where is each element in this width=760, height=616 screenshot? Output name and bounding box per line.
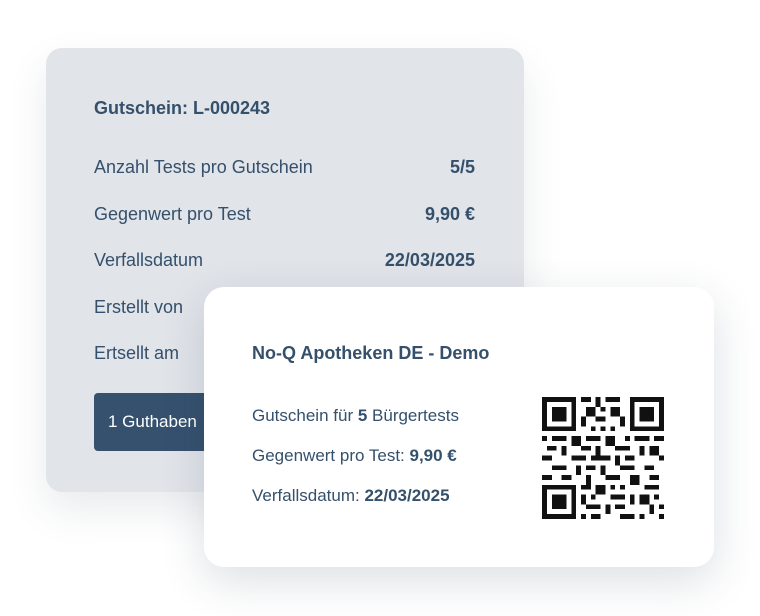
voucher-row-label: Ertsellt am <box>94 343 180 363</box>
coupon-line-suffix: Bürgertests <box>367 406 459 425</box>
voucher-row-value: 5/5 <box>449 157 475 177</box>
voucher-row-value: 9,90 € <box>424 204 475 224</box>
coupon-card: No-Q Apotheken DE - Demo Gutschein für 5… <box>204 287 714 567</box>
voucher-row-label: Erstellt von <box>94 297 184 317</box>
voucher-row-value-per-test: Gegenwert pro Test 9,90 € <box>94 204 475 225</box>
voucher-row-expiry: Verfallsdatum 22/03/2025 <box>94 250 475 271</box>
coupon-test-count-line: Gutschein für 5 Bürgertests <box>252 406 459 426</box>
voucher-row-label: Anzahl Tests pro Gutschein <box>94 157 313 177</box>
voucher-row-tests: Anzahl Tests pro Gutschein 5/5 <box>94 157 475 178</box>
voucher-title: Gutschein: L-000243 <box>94 98 271 118</box>
coupon-value-line: Gegenwert pro Test: 9,90 € <box>252 446 457 466</box>
coupon-line-prefix: Gegenwert pro Test: <box>252 446 410 465</box>
qr-code-icon <box>542 397 664 519</box>
voucher-row-label: Verfallsdatum <box>94 250 204 270</box>
coupon-line-prefix: Verfallsdatum: <box>252 486 365 505</box>
coupon-test-count: 5 <box>357 406 368 425</box>
voucher-row-value: 22/03/2025 <box>384 250 475 270</box>
coupon-value: 9,90 € <box>409 446 457 465</box>
voucher-row-label: Gegenwert pro Test <box>94 204 251 224</box>
coupon-expiry-line: Verfallsdatum: 22/03/2025 <box>252 486 450 506</box>
coupon-line-prefix: Gutschein für <box>252 406 358 425</box>
coupon-expiry: 22/03/2025 <box>364 486 450 505</box>
pharmacy-name: No-Q Apotheken DE - Demo <box>252 343 490 363</box>
